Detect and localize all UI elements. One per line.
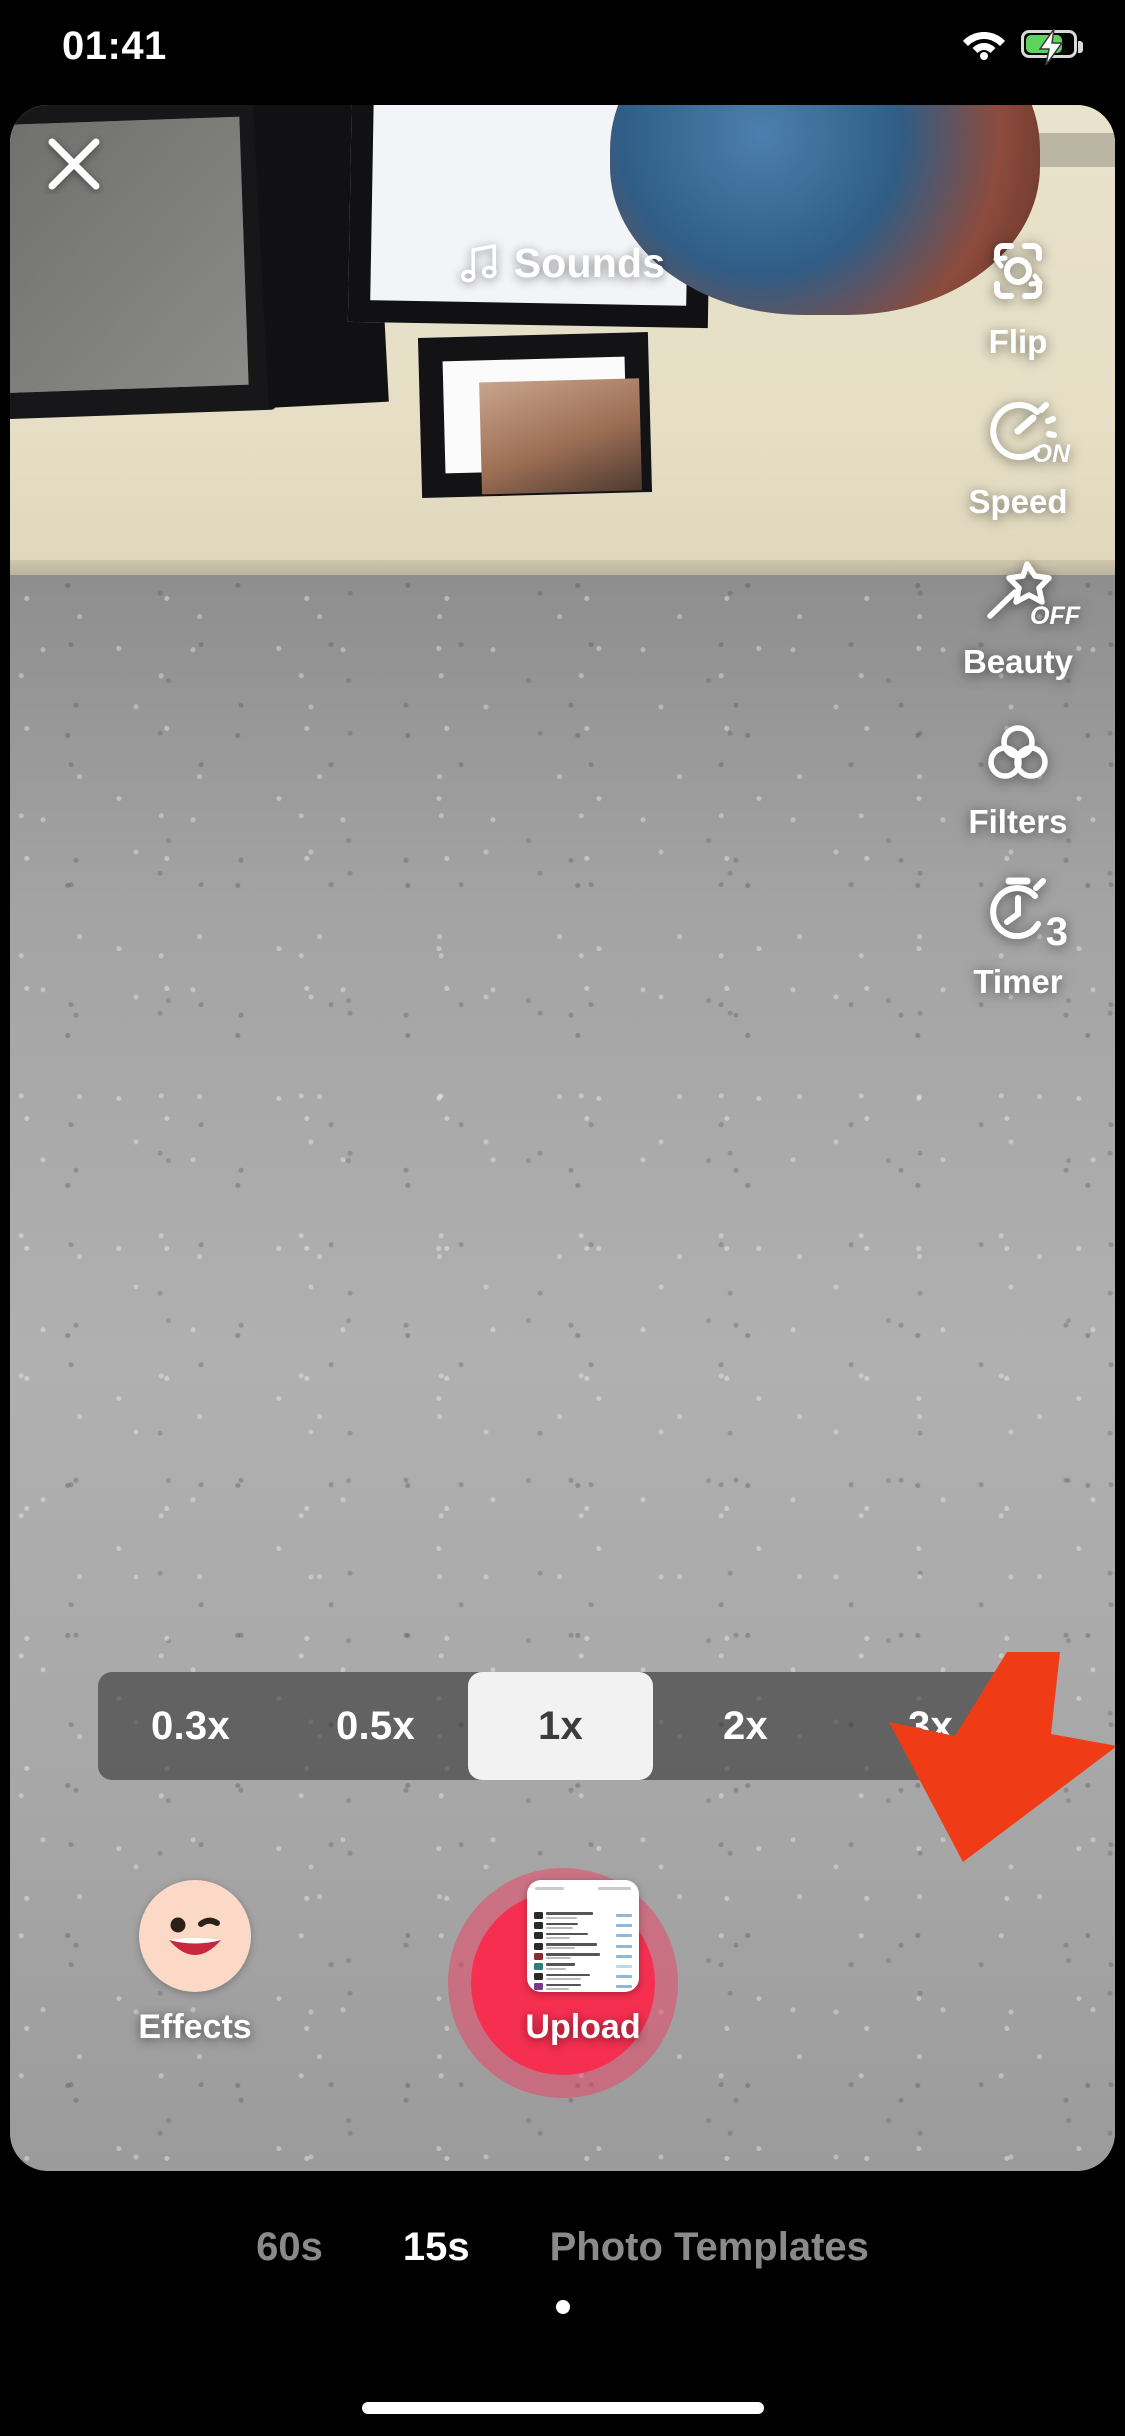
sounds-button[interactable]: Sounds <box>460 240 666 287</box>
tool-label-flip: Flip <box>988 323 1048 360</box>
sounds-label: Sounds <box>513 240 666 286</box>
upload-button[interactable]: Upload <box>493 1880 673 2047</box>
battery-charging-icon <box>1021 28 1083 66</box>
thumb-list-row <box>534 1942 632 1950</box>
speedometer-icon: ON <box>972 385 1070 477</box>
three-circles-icon <box>972 705 1064 797</box>
close-button[interactable] <box>28 118 120 210</box>
status-time: 01:41 <box>62 24 167 68</box>
beauty-badge: OFF <box>1030 602 1080 630</box>
camera-preview[interactable]: Sounds Flip ON Speed OFF Beauty Filters … <box>10 105 1115 2171</box>
winking-smiley-icon <box>139 1880 251 1992</box>
mode-tab-60s[interactable]: 60s <box>216 2225 363 2270</box>
wifi-icon <box>963 28 1005 60</box>
camera-tools-sidebar: Flip ON Speed OFF Beauty Filters 3 Timer <box>933 225 1103 1025</box>
speed-option-3[interactable]: 2x <box>653 1672 838 1780</box>
tool-label-speed: Speed <box>968 483 1068 520</box>
tiktok-camera-screen: Sounds Flip ON Speed OFF Beauty Filters … <box>0 0 1125 2436</box>
thumb-list-row <box>534 1912 632 1919</box>
scene-picture-frame-right <box>417 332 653 498</box>
charging-bolt-icon <box>1038 28 1064 66</box>
thumb-list-row <box>534 1922 632 1930</box>
stopwatch-icon: 3 <box>972 865 1068 957</box>
tool-speed[interactable]: ON Speed <box>933 385 1103 545</box>
gallery-thumbnail <box>527 1880 639 1992</box>
timer-badge: 3 <box>1045 910 1068 954</box>
scene-photo-inner <box>479 378 643 495</box>
home-indicator[interactable] <box>361 2402 764 2414</box>
status-indicators <box>963 28 1083 66</box>
thumb-list-row <box>534 1962 632 1970</box>
tool-flip[interactable]: Flip <box>933 225 1103 385</box>
battery-cap <box>1078 41 1083 53</box>
tool-timer[interactable]: 3 Timer <box>933 865 1103 1025</box>
tool-label-timer: Timer <box>973 963 1063 1000</box>
thumb-list-row <box>534 1973 632 1981</box>
mode-tab-photo-templates[interactable]: Photo Templates <box>510 2225 909 2270</box>
upload-label: Upload <box>525 2008 641 2046</box>
speed-option-0[interactable]: 0.3x <box>98 1672 283 1780</box>
speed-option-2[interactable]: 1x <box>468 1672 653 1780</box>
tool-filters[interactable]: Filters <box>933 705 1103 865</box>
tool-label-filters: Filters <box>968 803 1068 840</box>
close-icon <box>48 138 100 190</box>
mode-tab-15s[interactable]: 15s <box>363 2225 510 2270</box>
effects-label: Effects <box>138 2008 252 2046</box>
thumb-list-row <box>534 1952 632 1960</box>
mode-tabs: 60s 15s Photo Templates <box>0 2212 1125 2282</box>
music-note-icon <box>460 243 497 282</box>
tool-label-beauty: Beauty <box>962 643 1074 680</box>
red-arrow-annotation <box>855 1650 1115 1865</box>
tool-beauty[interactable]: OFF Beauty <box>933 545 1103 705</box>
speed-badge: ON <box>1032 440 1071 468</box>
effects-button[interactable]: Effects <box>105 1880 285 2047</box>
mode-active-indicator-dot <box>555 2300 570 2314</box>
speed-option-1[interactable]: 0.5x <box>283 1672 468 1780</box>
status-bar: 01:41 <box>0 0 1125 105</box>
magic-wand-star-icon: OFF <box>972 545 1080 637</box>
thumb-list-row <box>534 1983 632 1991</box>
camera-flip-icon <box>972 225 1064 317</box>
thumb-subrow <box>535 1887 631 1890</box>
thumb-list-row <box>534 1932 632 1940</box>
